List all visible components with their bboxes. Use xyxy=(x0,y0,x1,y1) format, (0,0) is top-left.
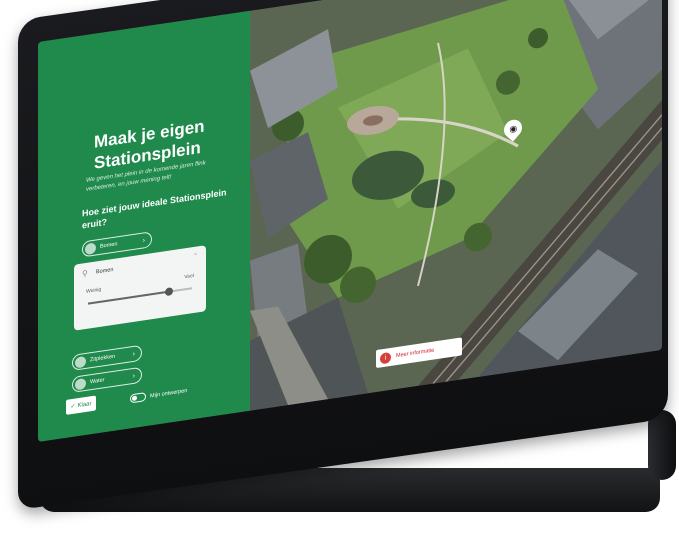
chevron-right-icon: › xyxy=(132,372,135,380)
pin-icon: ⚲ xyxy=(82,268,88,279)
more-info-label: Meer informatie xyxy=(396,347,435,360)
toggle-switch[interactable] xyxy=(130,392,146,404)
slider-min-label: Weinig xyxy=(86,286,102,295)
tablet-hinge xyxy=(648,410,676,480)
amount-slider[interactable] xyxy=(88,287,192,305)
option-label: Bomen xyxy=(100,241,118,250)
slider-handle[interactable] xyxy=(165,287,174,297)
submit-label: Klaar xyxy=(77,400,92,409)
option-zitplekken-button[interactable]: Zitplekken › xyxy=(72,344,142,371)
eye-icon: ◉ xyxy=(509,122,517,134)
configurator-panel: Maak je eigen Stationsplein We geven het… xyxy=(38,10,250,442)
card-label: Bomen xyxy=(96,266,114,276)
info-icon: i xyxy=(380,351,391,364)
option-bomen-button[interactable]: Bomen › xyxy=(82,231,152,258)
check-icon: ✓ xyxy=(70,403,76,411)
toggle-label: Mijn ontwerpen xyxy=(150,387,188,399)
bench-icon xyxy=(75,355,86,369)
my-designs-toggle[interactable]: Mijn ontwerpen xyxy=(130,386,188,404)
slider-card: ⚲ Bomen ⌃ Weinig Veel xyxy=(74,245,206,331)
option-label: Water xyxy=(90,377,105,386)
water-icon xyxy=(75,377,86,391)
option-water-button[interactable]: Water › xyxy=(72,366,142,393)
chevron-right-icon: › xyxy=(142,236,145,245)
chevron-up-icon[interactable]: ⌃ xyxy=(193,252,198,260)
tree-icon xyxy=(85,241,96,255)
option-label: Zitplekken xyxy=(90,353,116,364)
tablet-device: Maak je eigen Stationsplein We geven het… xyxy=(0,0,679,537)
slider-max-label: Veel xyxy=(184,272,194,281)
chevron-right-icon: › xyxy=(132,350,135,358)
submit-button[interactable]: ✓ Klaar xyxy=(66,395,96,415)
